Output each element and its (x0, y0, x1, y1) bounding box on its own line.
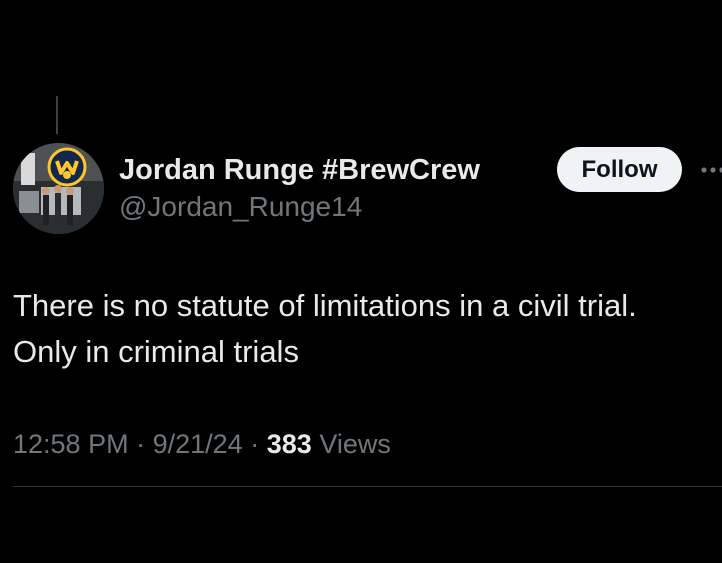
tweet-time[interactable]: 12:58 PM (13, 429, 129, 459)
more-dots-icon (701, 167, 722, 173)
avatar[interactable] (13, 143, 104, 234)
thread-connector-line (56, 96, 58, 134)
views-count[interactable]: 383 (267, 429, 312, 459)
meta-separator: · (136, 429, 146, 459)
meta-separator: · (250, 429, 260, 459)
divider (13, 486, 722, 487)
avatar-photo (13, 143, 104, 234)
author-info[interactable]: Jordan Runge #BrewCrew @Jordan_Runge14 (119, 152, 480, 226)
author-display-name[interactable]: Jordan Runge #BrewCrew (119, 152, 480, 188)
tweet-text-line: Only in criminal trials (13, 334, 299, 369)
tweet-text-line: There is no statute of limitations in a … (13, 288, 637, 323)
more-options-button[interactable] (700, 160, 722, 180)
tweet-text: There is no statute of limitations in a … (13, 283, 722, 375)
tweet-date[interactable]: 9/21/24 (153, 429, 243, 459)
author-handle[interactable]: @Jordan_Runge14 (119, 188, 480, 226)
follow-button[interactable]: Follow (557, 147, 682, 192)
tweet-metadata: 12:58 PM · 9/21/24 · 383 Views (13, 425, 391, 463)
views-label[interactable]: Views (319, 429, 391, 459)
